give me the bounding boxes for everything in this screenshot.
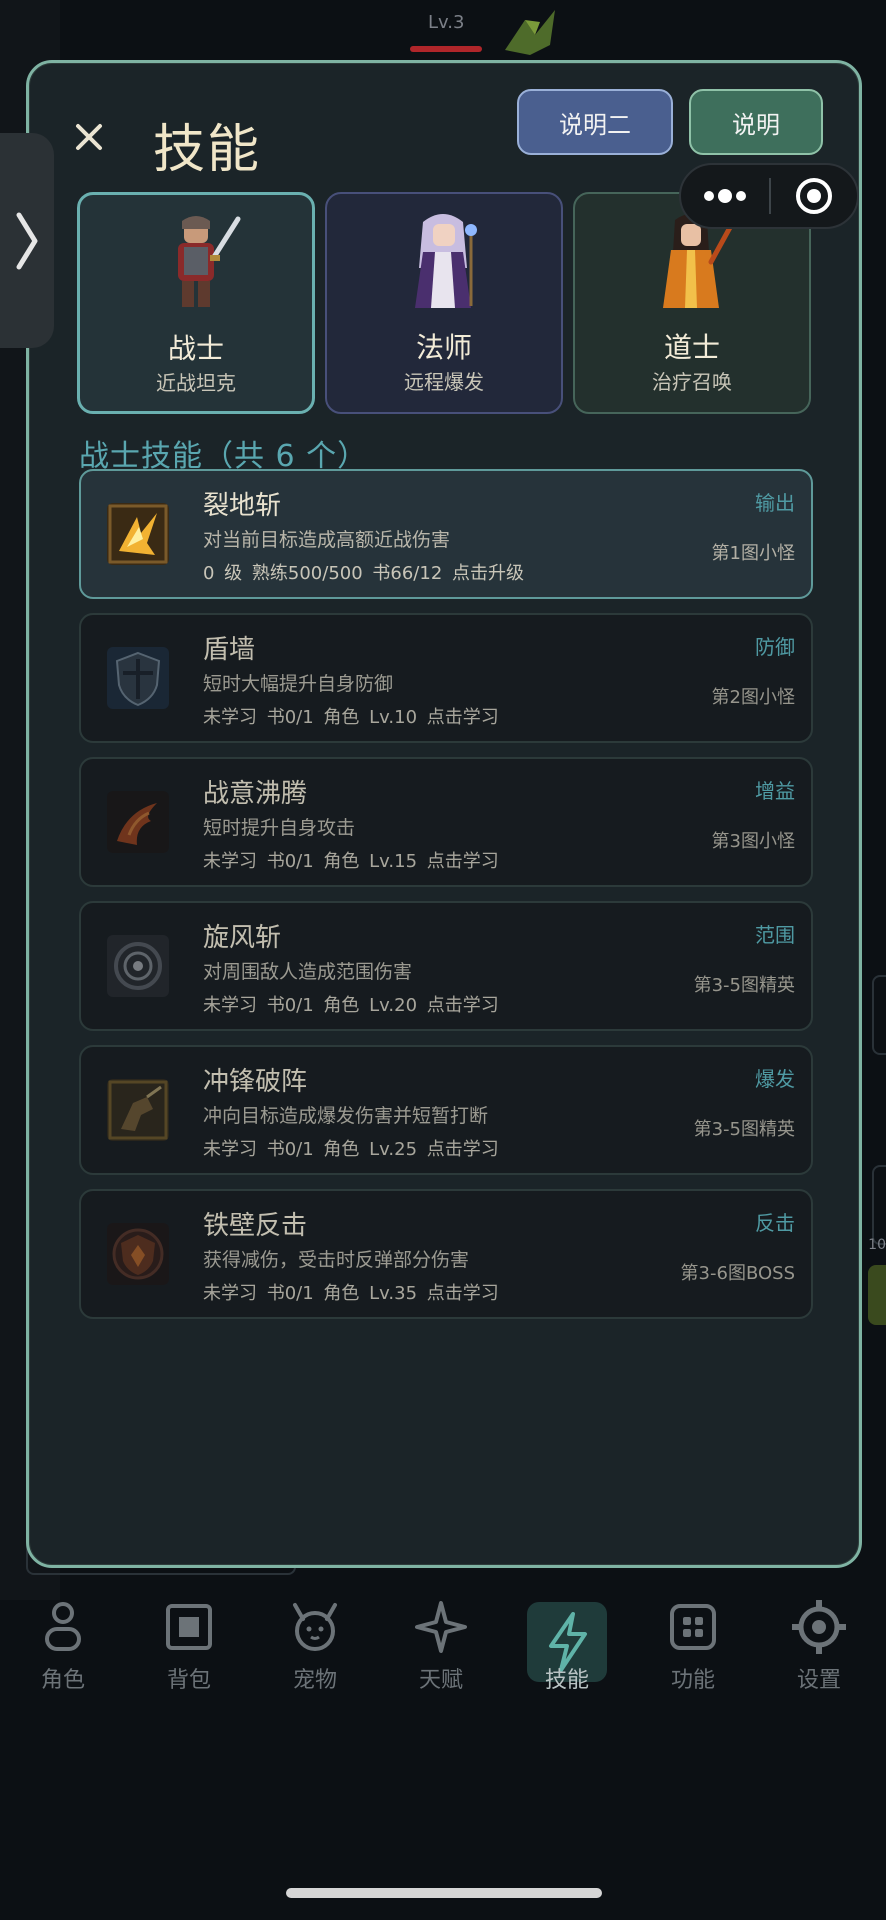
skill-desc: 冲向目标造成爆发伤害并短暂打断: [203, 1105, 489, 1127]
person-icon: [33, 1598, 93, 1656]
skill-drop-source: 第1图小怪: [711, 543, 795, 564]
skill-tag: 范围: [755, 923, 795, 947]
target-icon: [796, 178, 832, 214]
skill-name: 裂地斩: [203, 491, 282, 521]
shield-wall-icon: [107, 647, 169, 709]
skill-name: 旋风斩: [203, 923, 282, 953]
close-button[interactable]: [63, 111, 115, 163]
ground-slash-icon: [107, 503, 169, 565]
skill-drop-source: 第2图小怪: [711, 687, 795, 708]
class-card-warrior[interactable]: 战士 近战坦克: [77, 192, 315, 414]
class-desc: 近战坦克: [156, 371, 236, 395]
gear-icon: [789, 1598, 849, 1656]
class-card-mage[interactable]: 法师 远程爆发: [325, 192, 563, 414]
background-side-box: [872, 975, 886, 1055]
game-screen: Lv.3 10 技能 说明二 说明 战士 近战坦克 法师 远程爆发 道士 治疗召…: [0, 0, 886, 1920]
close-miniprogram-button[interactable]: [771, 165, 857, 227]
charge-icon: [107, 1079, 169, 1141]
background-hp-bar: [410, 46, 482, 52]
skill-row[interactable]: 盾墙 短时大幅提升自身防御 未学习 书0/1 角色 Lv.10 点击学习 防御 …: [79, 613, 813, 743]
background-creature-icon: [505, 10, 555, 55]
grid-icon: [663, 1598, 723, 1656]
skill-row[interactable]: 铁壁反击 获得减伤，受击时反弹部分伤害 未学习 书0/1 角色 Lv.35 点击…: [79, 1189, 813, 1319]
info-button[interactable]: 说明: [689, 89, 823, 155]
pet-icon: [285, 1598, 345, 1656]
background-creature: [868, 1265, 886, 1325]
skill-desc: 对当前目标造成高额近战伤害: [203, 529, 451, 551]
skill-meta: 未学习 书0/1 角色 Lv.25 点击学习: [203, 1139, 499, 1160]
skill-meta: 未学习 书0/1 角色 Lv.35 点击学习: [203, 1283, 499, 1304]
class-name: 道士: [663, 331, 720, 364]
battle-rage-icon: [107, 791, 169, 853]
nav-item-settings[interactable]: 设置: [756, 1590, 882, 1700]
nav-item-bag[interactable]: 背包: [126, 1590, 252, 1700]
skill-drop-source: 第3-5图精英: [693, 975, 795, 996]
skill-drop-source: 第3-5图精英: [693, 1119, 795, 1140]
skill-desc: 短时提升自身攻击: [203, 817, 356, 839]
class-name: 法师: [415, 331, 472, 364]
more-dots-icon: [704, 189, 746, 203]
nav-label: 功能: [670, 1668, 715, 1693]
nav-label: 角色: [40, 1668, 85, 1693]
skill-row[interactable]: 战意沸腾 短时提升自身攻击 未学习 书0/1 角色 Lv.15 点击学习 增益 …: [79, 757, 813, 887]
skill-tag: 反击: [755, 1211, 795, 1235]
skill-meta: 未学习 书0/1 角色 Lv.10 点击学习: [203, 707, 499, 728]
skill-tag: 防御: [755, 635, 795, 659]
nav-item-functions[interactable]: 功能: [630, 1590, 756, 1700]
skill-row[interactable]: 裂地斩 对当前目标造成高额近战伤害 0 级 熟练500/500 书66/12 点…: [79, 469, 813, 599]
skills-panel: 技能 说明二 说明 战士 近战坦克 法师 远程爆发 道士 治疗召唤 战士技能（共…: [26, 60, 862, 1568]
skill-tag: 输出: [755, 491, 795, 515]
skill-desc: 获得减伤，受击时反弹部分伤害: [203, 1249, 470, 1271]
nav-label: 背包: [166, 1668, 211, 1693]
more-button[interactable]: [681, 165, 769, 227]
star-icon: [411, 1598, 471, 1656]
skill-meta: 0 级 熟练500/500 书66/12 点击升级: [203, 563, 524, 584]
mage-portrait-icon: [415, 214, 477, 308]
class-name: 战士: [167, 332, 224, 365]
nav-item-talent[interactable]: 天赋: [378, 1590, 504, 1700]
iron-counter-icon: [107, 1223, 169, 1285]
skill-name: 铁壁反击: [203, 1211, 308, 1241]
nav-item-character[interactable]: 角色: [0, 1590, 126, 1700]
nav-label: 设置: [796, 1668, 841, 1693]
miniprogram-capsule: [679, 163, 859, 229]
background-side-box: [872, 1165, 886, 1245]
skill-desc: 对周围敌人造成范围伤害: [203, 961, 413, 983]
nav-label: 技能: [544, 1668, 589, 1693]
skill-row[interactable]: 冲锋破阵 冲向目标造成爆发伤害并短暂打断 未学习 书0/1 角色 Lv.25 点…: [79, 1045, 813, 1175]
background-level-label: Lv.3: [428, 12, 465, 33]
side-drawer-handle[interactable]: [0, 133, 54, 348]
skill-name: 冲锋破阵: [203, 1067, 308, 1097]
nav-label: 宠物: [292, 1668, 337, 1693]
skill-row[interactable]: 旋风斩 对周围敌人造成范围伤害 未学习 书0/1 角色 Lv.20 点击学习 范…: [79, 901, 813, 1031]
home-indicator[interactable]: [286, 1888, 602, 1898]
skill-desc: 短时大幅提升自身防御: [203, 673, 394, 695]
skill-name: 盾墙: [203, 635, 256, 665]
whirlwind-icon: [107, 935, 169, 997]
skill-tag: 爆发: [755, 1067, 795, 1091]
skill-drop-source: 第3-6图BOSS: [680, 1263, 795, 1284]
chevron-right-icon: [16, 212, 38, 269]
nav-item-skills[interactable]: 技能: [504, 1590, 630, 1700]
nav-item-pet[interactable]: 宠物: [252, 1590, 378, 1700]
bottom-nav: 角色 背包 宠物 天赋 技能 功能 设置: [0, 1590, 886, 1710]
class-desc: 远程爆发: [404, 370, 484, 394]
bag-icon: [159, 1598, 219, 1656]
nav-label: 天赋: [418, 1668, 463, 1693]
info-two-button[interactable]: 说明二: [517, 89, 673, 155]
skill-name: 战意沸腾: [203, 779, 308, 809]
skill-tag: 增益: [755, 779, 795, 803]
panel-title: 技能: [153, 120, 262, 180]
warrior-portrait-icon: [178, 216, 241, 307]
skill-meta: 未学习 书0/1 角色 Lv.20 点击学习: [203, 995, 499, 1016]
close-icon: [76, 124, 102, 150]
skill-meta: 未学习 书0/1 角色 Lv.15 点击学习: [203, 851, 499, 872]
skill-drop-source: 第3图小怪: [711, 831, 795, 852]
background-number: 10: [868, 1237, 886, 1253]
class-desc: 治疗召唤: [652, 370, 732, 394]
